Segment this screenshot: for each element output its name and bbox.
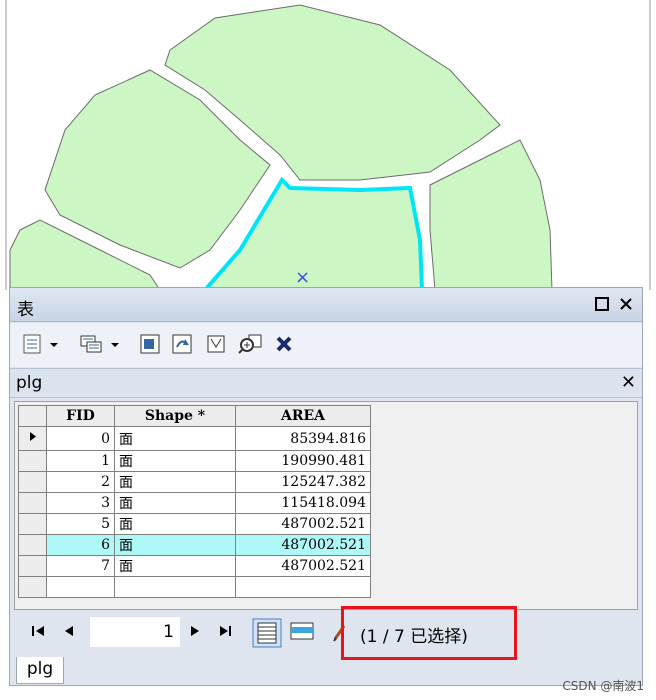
cell-shape[interactable]: 面 bbox=[114, 426, 236, 451]
cell-fid[interactable]: 2 bbox=[46, 471, 115, 493]
close-table-icon[interactable]: ✕ bbox=[621, 372, 636, 393]
row-selector[interactable] bbox=[18, 534, 47, 556]
cell-shape[interactable]: 面 bbox=[114, 492, 236, 514]
clear-selection-icon[interactable] bbox=[204, 332, 230, 356]
zoom-to-selected-icon[interactable] bbox=[236, 332, 264, 356]
row-selector[interactable] bbox=[18, 471, 47, 493]
table-status-bar: 1 (1 / 7 已选择) bbox=[10, 606, 642, 660]
table-tab-header: plg ✕ bbox=[10, 368, 642, 398]
row-selector-header[interactable] bbox=[18, 405, 47, 427]
table-name: plg bbox=[16, 373, 43, 393]
maximize-icon[interactable] bbox=[594, 296, 610, 312]
cell-area[interactable]: 487002.521 bbox=[235, 555, 371, 577]
table-row[interactable]: 0 面 85394.816 bbox=[18, 426, 371, 451]
cell-fid[interactable]: 1 bbox=[46, 450, 115, 472]
row-selector[interactable] bbox=[18, 513, 47, 535]
related-tables-icon[interactable] bbox=[78, 332, 124, 356]
table-row[interactable]: 7 面 487002.521 bbox=[18, 555, 371, 577]
show-selected-records-icon[interactable] bbox=[288, 618, 316, 650]
close-icon[interactable] bbox=[618, 296, 634, 312]
next-record-icon[interactable] bbox=[188, 624, 202, 642]
table-row[interactable]: 1 面 190990.481 bbox=[18, 450, 371, 472]
cell-fid[interactable]: 5 bbox=[46, 513, 115, 535]
table-toolbar bbox=[10, 323, 642, 367]
polygon-right bbox=[429, 139, 553, 290]
cell-shape[interactable]: 面 bbox=[114, 471, 236, 493]
current-row-indicator-icon[interactable] bbox=[18, 426, 47, 451]
centroid-marker: × bbox=[295, 267, 310, 288]
row-selector[interactable] bbox=[18, 576, 47, 598]
row-selector[interactable] bbox=[18, 450, 47, 472]
table-row[interactable]: 5 面 487002.521 bbox=[18, 513, 371, 535]
window-titlebar[interactable]: 表 bbox=[10, 288, 642, 322]
column-header-fid[interactable]: FID bbox=[46, 405, 115, 427]
cell-area[interactable]: 487002.521 bbox=[235, 513, 371, 535]
window-title: 表 bbox=[17, 300, 34, 320]
row-selector[interactable] bbox=[18, 555, 47, 577]
cell-shape[interactable]: 面 bbox=[114, 450, 236, 472]
previous-record-icon[interactable] bbox=[62, 624, 76, 642]
attribute-table: FID Shape * AREA 0 面 85394.816 1 面 190990.481… bbox=[18, 405, 371, 598]
last-record-icon[interactable] bbox=[218, 624, 234, 642]
cell-fid[interactable]: 0 bbox=[46, 426, 115, 451]
first-record-icon[interactable] bbox=[30, 624, 46, 642]
column-header-area[interactable]: AREA bbox=[235, 405, 371, 427]
cell-shape[interactable]: 面 bbox=[114, 555, 236, 577]
attribute-grid[interactable]: FID Shape * AREA 0 面 85394.816 1 面 190990.481… bbox=[14, 401, 638, 610]
delete-selected-icon[interactable] bbox=[272, 332, 296, 356]
empty-row[interactable] bbox=[18, 576, 371, 598]
cell-shape[interactable] bbox=[114, 576, 236, 598]
show-all-records-icon[interactable] bbox=[252, 618, 282, 652]
cell-fid[interactable]: 3 bbox=[46, 492, 115, 514]
cell-fid[interactable]: 7 bbox=[46, 555, 115, 577]
select-by-attributes-icon[interactable] bbox=[138, 332, 164, 356]
cell-area[interactable]: 115418.094 bbox=[235, 492, 371, 514]
table-row[interactable]: 3 面 115418.094 bbox=[18, 492, 371, 514]
cell-area[interactable]: 190990.481 bbox=[235, 450, 371, 472]
switch-selection-icon[interactable] bbox=[170, 332, 196, 356]
column-header-shape[interactable]: Shape * bbox=[114, 405, 236, 427]
annotation-highlight-box bbox=[341, 606, 517, 660]
cell-shape[interactable]: 面 bbox=[114, 534, 236, 556]
table-row[interactable]: 6 面 487002.521 bbox=[18, 534, 371, 556]
cell-area[interactable]: 85394.816 bbox=[235, 426, 371, 451]
cell-fid[interactable] bbox=[46, 576, 115, 598]
watermark: CSDN @南波1 bbox=[562, 679, 644, 693]
cell-fid[interactable]: 6 bbox=[46, 534, 115, 556]
map-view[interactable]: × bbox=[0, 0, 656, 290]
tab-plg[interactable]: plg bbox=[16, 657, 64, 684]
table-row[interactable]: 2 面 125247.382 bbox=[18, 471, 371, 493]
current-record-field[interactable]: 1 bbox=[90, 617, 180, 647]
cell-area[interactable] bbox=[235, 576, 371, 598]
cell-area[interactable]: 487002.521 bbox=[235, 534, 371, 556]
table-window: 表 plg ✕ FID Shape * AREA 0 面 85394.816 1… bbox=[9, 287, 643, 686]
map-canvas: × bbox=[5, 0, 651, 290]
row-selector[interactable] bbox=[18, 492, 47, 514]
cell-shape[interactable]: 面 bbox=[114, 513, 236, 535]
cell-area[interactable]: 125247.382 bbox=[235, 471, 371, 493]
table-options-icon[interactable] bbox=[20, 332, 64, 356]
